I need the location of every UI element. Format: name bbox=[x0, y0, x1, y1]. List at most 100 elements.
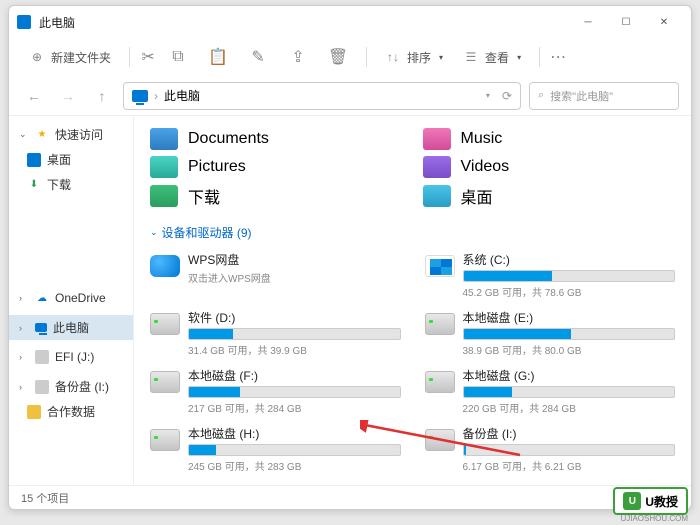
statusbar: 15 个项目 bbox=[9, 485, 691, 509]
new-folder-button[interactable]: ⊕ 新建文件夹 bbox=[21, 45, 119, 70]
folder-item[interactable]: Music bbox=[423, 128, 676, 150]
watermark-icon: U bbox=[623, 492, 641, 510]
drive-name: 本地磁盘 (F:) bbox=[188, 367, 401, 384]
drive-capacity-text: 45.2 GB 可用，共 78.6 GB bbox=[463, 284, 676, 299]
paste-icon[interactable]: 📋 bbox=[210, 49, 226, 65]
annotation-arrow bbox=[360, 420, 530, 460]
folder-icon bbox=[423, 156, 451, 178]
drive-item[interactable]: 本地磁盘 (G:) 220 GB 可用，共 284 GB bbox=[425, 367, 676, 415]
sidebar-backup[interactable]: ›备份盘 (I:) bbox=[9, 374, 133, 399]
devices-header[interactable]: ⌄设备和驱动器 (9) bbox=[150, 224, 675, 241]
folder-label: Documents bbox=[188, 130, 269, 148]
sidebar-onedrive[interactable]: ›☁OneDrive bbox=[9, 287, 133, 309]
drive-capacity-text: 38.9 GB 可用，共 80.0 GB bbox=[463, 342, 676, 357]
delete-icon[interactable]: 🗑 bbox=[330, 49, 346, 65]
cut-icon[interactable]: ✂ bbox=[140, 49, 156, 65]
copy-icon[interactable]: ⧉ bbox=[170, 49, 186, 65]
sidebar-downloads[interactable]: ⬇下载 bbox=[9, 172, 133, 197]
drive-item[interactable]: WPS网盘双击进入WPS网盘 bbox=[150, 251, 401, 299]
drive-icon bbox=[425, 313, 455, 335]
file-explorer-window: 此电脑 ─ ☐ ✕ ⊕ 新建文件夹 ✂ ⧉ 📋 ✎ ⇪ 🗑 ↑↓ 排序▾ ☰ 查… bbox=[8, 5, 692, 510]
sidebar-efi[interactable]: ›EFI (J:) bbox=[9, 346, 133, 368]
more-icon[interactable]: ⋯ bbox=[550, 49, 566, 65]
minimize-button[interactable]: ─ bbox=[569, 8, 607, 36]
drive-capacity-bar bbox=[188, 328, 401, 340]
chevron-down-icon[interactable]: ▾ bbox=[486, 91, 490, 100]
drive-icon bbox=[425, 255, 455, 277]
drive-capacity-text: 217 GB 可用，共 284 GB bbox=[188, 400, 401, 415]
folder-icon bbox=[423, 128, 451, 150]
app-icon bbox=[17, 15, 31, 29]
drive-subtitle: 双击进入WPS网盘 bbox=[188, 270, 401, 285]
address-path: 此电脑 bbox=[164, 87, 200, 104]
drive-name: 软件 (D:) bbox=[188, 309, 401, 326]
drive-name: 本地磁盘 (G:) bbox=[463, 367, 676, 384]
watermark-url: UJIAOSHOU.COM bbox=[620, 514, 688, 523]
sidebar: ⌄★快速访问 桌面 ⬇下载 ›☁OneDrive ›此电脑 ›EFI (J:) … bbox=[9, 116, 134, 485]
view-icon: ☰ bbox=[463, 49, 479, 65]
share-icon[interactable]: ⇪ bbox=[290, 49, 306, 65]
folder-item[interactable]: Videos bbox=[423, 156, 676, 178]
folder-label: 下载 bbox=[188, 184, 220, 208]
drive-item[interactable]: 软件 (D:) 31.4 GB 可用，共 39.9 GB bbox=[150, 309, 401, 357]
folder-label: Music bbox=[461, 130, 503, 148]
sort-icon: ↑↓ bbox=[385, 49, 401, 65]
folder-item[interactable]: Documents bbox=[150, 128, 403, 150]
address-row: ← → ↑ › 此电脑 ▾ ⟳ ⌕ 搜索"此电脑" bbox=[9, 76, 691, 116]
folder-item[interactable]: 下载 bbox=[150, 184, 403, 208]
sidebar-desktop[interactable]: 桌面 bbox=[9, 147, 133, 172]
folder-item[interactable]: 桌面 bbox=[423, 184, 676, 208]
window-title: 此电脑 bbox=[39, 14, 75, 31]
drive-icon bbox=[150, 429, 180, 451]
maximize-button[interactable]: ☐ bbox=[607, 8, 645, 36]
user-folders: Documents Music Pictures Videos 下载 桌面 bbox=[150, 128, 675, 208]
drive-icon bbox=[425, 371, 455, 393]
folder-label: Pictures bbox=[188, 158, 246, 176]
forward-button[interactable]: → bbox=[55, 83, 81, 109]
drive-icon bbox=[150, 371, 180, 393]
drive-capacity-bar bbox=[463, 386, 676, 398]
up-button[interactable]: ↑ bbox=[89, 83, 115, 109]
drive-name: 本地磁盘 (E:) bbox=[463, 309, 676, 326]
drive-capacity-text: 245 GB 可用，共 283 GB bbox=[188, 458, 401, 473]
drive-name: EFI (J:) bbox=[188, 483, 401, 485]
view-button[interactable]: ☰ 查看▾ bbox=[455, 45, 529, 70]
back-button[interactable]: ← bbox=[21, 83, 47, 109]
drive-item[interactable]: 本地磁盘 (E:) 38.9 GB 可用，共 80.0 GB bbox=[425, 309, 676, 357]
drive-capacity-text: 31.4 GB 可用，共 39.9 GB bbox=[188, 342, 401, 357]
watermark-badge: U U教授 bbox=[613, 487, 688, 515]
drive-name: WPS网盘 bbox=[188, 251, 401, 268]
sidebar-quick-access[interactable]: ⌄★快速访问 bbox=[9, 122, 133, 147]
drive-icon bbox=[150, 313, 180, 335]
titlebar: 此电脑 ─ ☐ ✕ bbox=[9, 6, 691, 38]
drive-capacity-text: 6.17 GB 可用，共 6.21 GB bbox=[463, 458, 676, 473]
drive-name: 系统 (C:) bbox=[463, 251, 676, 268]
drive-capacity-text: 220 GB 可用，共 284 GB bbox=[463, 400, 676, 415]
item-count: 15 个项目 bbox=[21, 490, 69, 506]
drive-capacity-bar bbox=[188, 386, 401, 398]
drive-icon bbox=[150, 255, 180, 277]
drive-item[interactable]: 本地磁盘 (F:) 217 GB 可用，共 284 GB bbox=[150, 367, 401, 415]
folder-icon bbox=[150, 185, 178, 207]
drive-item[interactable]: EFI (J:)109 MB 可用，共 449 MB bbox=[150, 483, 401, 485]
rename-icon[interactable]: ✎ bbox=[250, 49, 266, 65]
new-folder-icon: ⊕ bbox=[29, 49, 45, 65]
drive-capacity-bar bbox=[463, 270, 676, 282]
folder-label: 桌面 bbox=[461, 184, 493, 208]
search-input[interactable]: ⌕ 搜索"此电脑" bbox=[529, 82, 679, 110]
drive-item[interactable]: 系统 (C:) 45.2 GB 可用，共 78.6 GB bbox=[425, 251, 676, 299]
toolbar: ⊕ 新建文件夹 ✂ ⧉ 📋 ✎ ⇪ 🗑 ↑↓ 排序▾ ☰ 查看▾ ⋯ bbox=[9, 38, 691, 76]
address-bar[interactable]: › 此电脑 ▾ ⟳ bbox=[123, 82, 521, 110]
folder-item[interactable]: Pictures bbox=[150, 156, 403, 178]
drive-capacity-bar bbox=[463, 328, 676, 340]
sidebar-coop[interactable]: 合作数据 bbox=[9, 399, 133, 424]
search-placeholder: 搜索"此电脑" bbox=[550, 88, 613, 104]
folder-icon bbox=[423, 185, 451, 207]
refresh-icon[interactable]: ⟳ bbox=[502, 89, 512, 103]
folder-icon bbox=[150, 128, 178, 150]
close-button[interactable]: ✕ bbox=[645, 8, 683, 36]
sort-button[interactable]: ↑↓ 排序▾ bbox=[377, 45, 451, 70]
sidebar-thispc[interactable]: ›此电脑 bbox=[9, 315, 133, 340]
folder-icon bbox=[150, 156, 178, 178]
pc-icon bbox=[132, 90, 148, 102]
